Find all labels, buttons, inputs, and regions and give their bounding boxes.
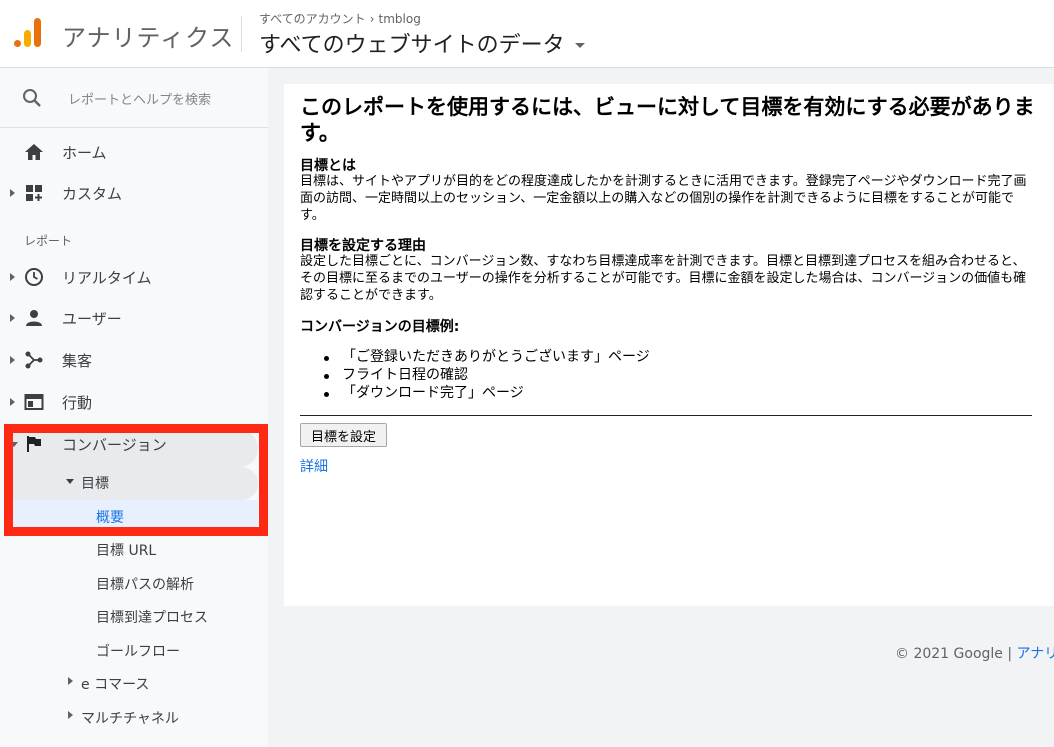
list-item: フライト日程の確認 — [324, 366, 650, 384]
acquisition-icon — [25, 351, 43, 369]
sidebar-item-label: 行動 — [62, 394, 93, 412]
sidebar-item-label: 目標 URL — [96, 543, 157, 559]
expand-arrow-icon — [68, 677, 73, 685]
sidebar-item-goal-flow[interactable]: ゴールフロー — [0, 634, 268, 667]
what-goals-text: 目標は、サイトやアプリが目的をどの程度達成したかを計測するときに活用できます。登… — [300, 174, 1027, 223]
footer-analytics-link[interactable]: アナリ — [1017, 646, 1054, 662]
dashboard-grid-icon — [26, 185, 42, 201]
sidebar-item-label: 目標到達プロセス — [96, 610, 208, 626]
breadcrumb-separator-icon: › — [369, 11, 375, 26]
chevron-down-icon — [574, 42, 585, 48]
sidebar-item-label: カスタム — [62, 185, 123, 203]
sidebar-item-label: マルチチャネル — [81, 711, 179, 727]
highlight-frame — [4, 424, 268, 536]
why-goals-text: 設定した目標ごとに、コンバージョン数、すなわち目標達成率を計測できます。目標と目… — [300, 254, 1027, 303]
sidebar-item-goal-urls[interactable]: 目標 URL — [0, 533, 268, 566]
sidebar-item-reverse-goal-path[interactable]: 目標パスの解析 — [0, 567, 268, 600]
browser-window-icon — [24, 394, 44, 410]
app-name: アナリティクス — [62, 24, 235, 52]
search-icon — [23, 89, 41, 107]
list-item: 「ご登録いただきありがとうございます」ページ — [324, 348, 650, 366]
examples-list: 「ご登録いただきありがとうございます」ページ フライト日程の確認 「ダウンロード… — [324, 348, 650, 402]
reports-section-label: レポート — [24, 234, 73, 248]
why-goals-heading: 目標を設定する理由 — [300, 238, 426, 254]
sidebar-item-acquisition[interactable]: 集客 — [0, 342, 268, 378]
clock-icon — [25, 268, 43, 286]
sidebar-item-label: 集客 — [62, 352, 93, 370]
sidebar-item-ecommerce[interactable]: e コマース — [0, 667, 268, 700]
search-input[interactable]: レポートとヘルプを検索 — [68, 89, 211, 108]
view-name: すべてのウェブサイトのデータ — [259, 33, 565, 58]
breadcrumb-property[interactable]: tmblog — [379, 12, 421, 26]
expand-arrow-icon — [10, 356, 15, 364]
sidebar-item-behavior[interactable]: 行動 — [0, 384, 268, 420]
expand-arrow-icon — [10, 189, 15, 197]
copyright-text: © 2021 Google | — [895, 646, 1017, 662]
expand-arrow-icon — [10, 273, 15, 281]
expand-arrow-icon — [10, 314, 15, 322]
list-item: 「ダウンロード完了」ページ — [324, 384, 650, 402]
sidebar-item-home[interactable]: ホーム — [0, 134, 268, 170]
breadcrumb-account[interactable]: すべてのアカウント — [259, 10, 366, 27]
breadcrumb[interactable]: すべてのアカウント › tmblog — [259, 10, 421, 27]
sidebar-nav: レポートとヘルプを検索 ホーム カスタム レポート リアルタイム ユーザー 集客… — [0, 68, 268, 747]
sidebar-item-label: 目標パスの解析 — [96, 577, 194, 593]
analytics-logo-icon[interactable] — [14, 18, 44, 50]
page-title: このレポートを使用するには、ビューに対して目標を有効にする必要があります。 — [300, 95, 1035, 145]
sidebar-item-funnel[interactable]: 目標到達プロセス — [0, 600, 268, 633]
view-selector[interactable]: すべてのウェブサイトのデータ — [259, 27, 585, 59]
what-goals-heading: 目標とは — [300, 158, 356, 174]
sidebar-item-realtime[interactable]: リアルタイム — [0, 259, 268, 295]
app-header: アナリティクス すべてのアカウント › tmblog すべてのウェブサイトのデー… — [0, 0, 1054, 68]
report-search[interactable]: レポートとヘルプを検索 — [0, 68, 268, 128]
sidebar-item-multichannel[interactable]: マルチチャネル — [0, 701, 268, 734]
sidebar-item-label: ユーザー — [62, 310, 122, 328]
footer: © 2021 Google | アナリ — [895, 643, 1054, 663]
header-divider — [241, 16, 242, 52]
home-icon — [25, 144, 43, 160]
report-content: このレポートを使用するには、ビューに対して目標を有効にする必要があります。 目標… — [284, 84, 1054, 606]
sidebar-item-label: ゴールフロー — [96, 644, 180, 660]
sidebar-item-label: e コマース — [81, 677, 150, 693]
sidebar-item-label: リアルタイム — [62, 269, 152, 287]
expand-arrow-icon — [68, 711, 73, 719]
set-up-goals-button[interactable]: 目標を設定 — [300, 423, 388, 447]
divider — [300, 415, 1032, 416]
sidebar-item-audience[interactable]: ユーザー — [0, 300, 268, 336]
examples-heading: コンバージョンの目標例: — [300, 319, 460, 335]
details-link[interactable]: 詳細 — [300, 456, 328, 476]
person-icon — [26, 310, 42, 326]
sidebar-item-custom[interactable]: カスタム — [0, 175, 268, 211]
sidebar-item-label: ホーム — [62, 144, 107, 162]
expand-arrow-icon — [10, 398, 15, 406]
